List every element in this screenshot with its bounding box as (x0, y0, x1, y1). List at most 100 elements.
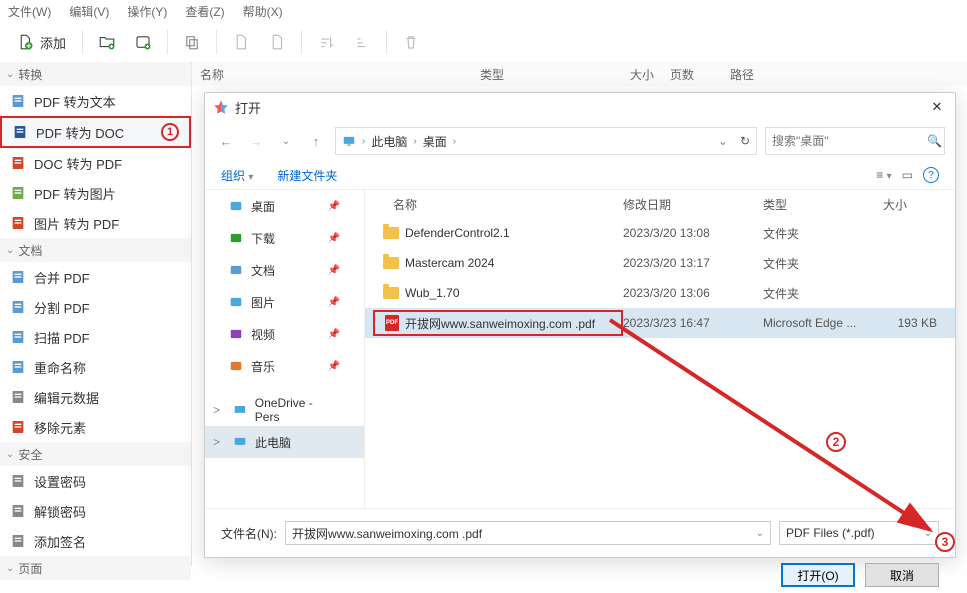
sidebar-item[interactable]: DOC 转为 PDF (0, 148, 191, 178)
unlock-icon (10, 503, 26, 519)
sidebar-group-header[interactable]: ⌄转换 (0, 62, 191, 86)
path-folder[interactable]: 桌面 (423, 133, 447, 150)
doc-pdf-icon (10, 155, 26, 171)
quick-access-item[interactable]: 下载📌 (205, 222, 364, 254)
path-bar[interactable]: › 此电脑 › 桌面 › ⌄ ↻ (335, 127, 757, 155)
nav-tree-item[interactable]: >此电脑 (205, 426, 364, 458)
sidebar-item[interactable]: 编辑元数据 (0, 382, 191, 412)
dialog-buttons: 打开(O) 取消 (205, 557, 955, 593)
music-icon (229, 359, 243, 373)
sidebar-item[interactable]: PDF 转为图片 (0, 178, 191, 208)
sidebar-group-header[interactable]: ⌄安全 (0, 442, 191, 466)
organize-menu[interactable]: 组织 ▾ (221, 167, 253, 184)
cancel-button[interactable]: 取消 (865, 563, 939, 587)
col-type[interactable]: 类型 (472, 66, 602, 83)
sidebar-group-header[interactable]: ⌄文档 (0, 238, 191, 262)
folder-new-button[interactable] (127, 26, 159, 58)
filetype-select[interactable]: PDF Files (*.pdf) ⌄ (779, 521, 939, 545)
file-row[interactable]: PDF开拔网www.sanweimoxing.com .pdf2023/3/23… (365, 308, 955, 338)
sort-desc-button[interactable] (346, 26, 378, 58)
menu-action[interactable]: 操作(Y) (127, 3, 167, 20)
expand-icon: > (213, 403, 225, 417)
open-dialog: 打开 ✕ ← → ⌄ ↑ › 此电脑 › 桌面 › ⌄ ↻ 🔍 组织 ▾ 新建文… (204, 92, 956, 558)
menu-view[interactable]: 查看(Z) (185, 3, 224, 20)
annotation-2: 2 (826, 432, 846, 452)
nav-tree-item[interactable]: >OneDrive - Pers (205, 394, 364, 426)
sidebar-item[interactable]: 图片 转为 PDF (0, 208, 191, 238)
newfolder-button[interactable]: 新建文件夹 (277, 167, 337, 184)
sidebar-item[interactable]: 分割 PDF (0, 292, 191, 322)
search-input[interactable] (772, 134, 927, 148)
copy-button[interactable] (176, 26, 208, 58)
filename-input[interactable]: 开拔网www.sanweimoxing.com .pdf ⌄ (285, 521, 771, 545)
fcol-type[interactable]: 类型 (763, 196, 883, 213)
pdf-icon: PDF (385, 315, 399, 331)
open-button[interactable]: 打开(O) (781, 563, 855, 587)
desktop-icon (229, 199, 243, 213)
pc-icon (342, 134, 356, 148)
pin-icon: 📌 (328, 329, 340, 340)
col-name[interactable]: 名称 (192, 66, 472, 83)
preview-button[interactable]: ▭ (902, 168, 913, 182)
sidebar-item[interactable]: 添加签名 (0, 526, 191, 556)
menu-edit[interactable]: 编辑(V) (69, 3, 109, 20)
col-path[interactable]: 路径 (722, 66, 762, 83)
sidebar-item-label: 合并 PDF (34, 268, 90, 287)
quick-access-item[interactable]: 视频📌 (205, 318, 364, 350)
path-dropdown[interactable]: ⌄ (718, 134, 728, 148)
menu-help[interactable]: 帮助(X) (243, 3, 283, 20)
sidebar-item[interactable]: 合并 PDF (0, 262, 191, 292)
pin-icon: 📌 (328, 233, 340, 244)
sidebar-item[interactable]: 移除元素 (0, 412, 191, 442)
quick-access-item[interactable]: 文档📌 (205, 254, 364, 286)
back-button[interactable]: ← (215, 130, 237, 152)
fcol-name[interactable]: 名称 (373, 196, 623, 213)
forward-button[interactable]: → (245, 130, 267, 152)
file-type-cell: 文件夹 (763, 225, 883, 242)
file-button-1[interactable] (225, 26, 257, 58)
col-pages[interactable]: 页数 (662, 66, 722, 83)
view-mode-button[interactable]: ≡ ▾ (876, 168, 891, 182)
sort-asc-button[interactable] (310, 26, 342, 58)
sidebar-item-label: 移除元素 (34, 418, 86, 437)
search-box[interactable]: 🔍 (765, 127, 945, 155)
file-type-cell: 文件夹 (763, 255, 883, 272)
filename-label: 文件名(N): (221, 525, 277, 542)
quick-access-item[interactable]: 音乐📌 (205, 350, 364, 382)
file-button-2[interactable] (261, 26, 293, 58)
dialog-footer: 文件名(N): 开拔网www.sanweimoxing.com .pdf ⌄ P… (205, 509, 955, 557)
file-row[interactable]: Mastercam 20242023/3/20 13:17文件夹 (365, 248, 955, 278)
sidebar-item[interactable]: PDF 转为 DOC1 (0, 116, 191, 148)
drive-icon (233, 403, 247, 417)
path-root[interactable]: 此电脑 (371, 133, 407, 150)
sidebar-item[interactable]: 扫描 PDF (0, 322, 191, 352)
file-row[interactable]: Wub_1.702023/3/20 13:06文件夹 (365, 278, 955, 308)
close-button[interactable]: ✕ (927, 99, 947, 115)
fcol-size[interactable]: 大小 (883, 196, 947, 213)
file-icon (268, 33, 286, 51)
quick-access-item[interactable]: 图片📌 (205, 286, 364, 318)
refresh-button[interactable]: ↻ (740, 134, 750, 148)
app-icon (213, 99, 229, 115)
recent-button[interactable]: ⌄ (275, 130, 297, 152)
sidebar-item[interactable]: 设置密码 (0, 466, 191, 496)
folder-add-button[interactable] (91, 26, 123, 58)
up-button[interactable]: ↑ (305, 130, 327, 152)
split-icon (10, 299, 26, 315)
file-row[interactable]: DefenderControl2.12023/3/20 13:08文件夹 (365, 218, 955, 248)
delete-button[interactable] (395, 26, 427, 58)
pin-icon: 📌 (328, 297, 340, 308)
sidebar-group-header[interactable]: ⌄页面 (0, 556, 191, 580)
sidebar-item[interactable]: PDF 转为文本 (0, 86, 191, 116)
fcol-date[interactable]: 修改日期 (623, 196, 763, 213)
quick-access-item[interactable]: 桌面📌 (205, 190, 364, 222)
annotation-3: 3 (935, 532, 955, 552)
menu-file[interactable]: 文件(W) (8, 3, 51, 20)
sidebar-item[interactable]: 解锁密码 (0, 496, 191, 526)
add-button[interactable]: 添加 (8, 26, 74, 58)
help-button[interactable]: ? (923, 167, 939, 183)
col-size[interactable]: 大小 (602, 66, 662, 83)
meta-icon (10, 389, 26, 405)
file-name-cell: PDF开拔网www.sanweimoxing.com .pdf (373, 310, 623, 336)
sidebar-item[interactable]: 重命名称 (0, 352, 191, 382)
